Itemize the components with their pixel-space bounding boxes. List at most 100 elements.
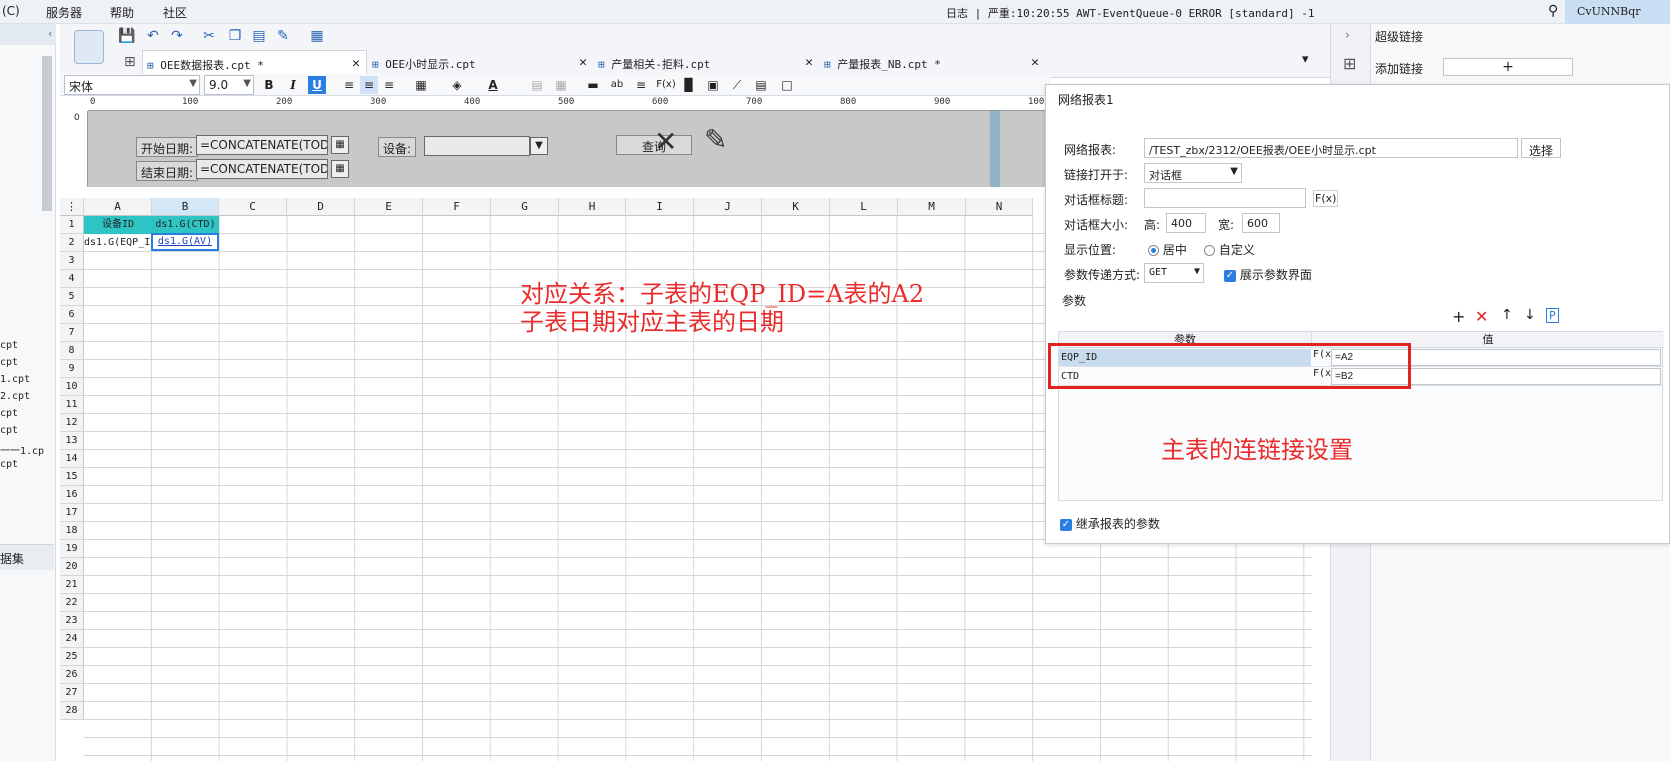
row-header[interactable]: 27 [60,684,84,702]
cell-B1[interactable]: ds1.G(CTD) [152,216,219,234]
subreport-icon[interactable]: ▤ [752,76,770,94]
formula-button[interactable]: F(x) [654,76,678,94]
column-header[interactable]: K [762,198,830,216]
position-center-option[interactable]: 居中 [1148,241,1187,258]
status-log[interactable]: 日志 | 严重:10:20:55 AWT-EventQueue-0 ERROR … [946,5,1315,21]
underline-button[interactable]: U [308,76,326,94]
tab-output-nb[interactable]: ⊞ 产量报表_NB.cpt * ✕ [820,50,1045,77]
position-custom-option[interactable]: 自定义 [1204,241,1255,258]
row-header[interactable]: 8 [60,342,84,360]
tab-oee-data[interactable]: ⊞ OEE数据报表.cpt * ✕ [142,50,367,77]
row-header[interactable]: 1 [60,216,84,234]
file-item[interactable]: cpt [0,357,18,368]
height-input[interactable]: 400 [1166,213,1206,233]
calendar-icon[interactable]: ▦ [331,160,349,178]
left-scrollbar[interactable] [42,56,52,211]
row-header[interactable]: 6 [60,306,84,324]
file-item[interactable]: cpt [0,408,18,419]
fill-color-icon[interactable]: ◈ [448,76,466,94]
row-header[interactable]: 25 [60,648,84,666]
hide-eye-icon[interactable]: ✕ [654,125,677,158]
column-header[interactable]: I [626,198,694,216]
column-header[interactable]: B [152,198,219,216]
column-header[interactable]: F [423,198,491,216]
row-header[interactable]: 2 [60,234,84,252]
parameter-pane-scrollbar[interactable] [990,111,1000,187]
menu-help[interactable]: 帮助 [110,4,134,21]
open-in-select[interactable]: 对话框 ▼ [1144,163,1242,183]
row-header[interactable]: 14 [60,450,84,468]
move-up-icon[interactable]: ↑ [1501,307,1513,323]
file-item[interactable]: cpt [0,340,18,351]
column-header[interactable]: M [898,198,966,216]
row-header[interactable]: 4 [60,270,84,288]
font-color-icon[interactable]: A [484,76,502,94]
row-header[interactable]: 19 [60,540,84,558]
slash-icon[interactable]: ⟋ [728,76,746,94]
insert-row-icon[interactable]: ▬ [584,76,602,94]
tab-menu-icon[interactable]: ▾ [1302,52,1309,67]
preview-icon[interactable]: ▦ [308,27,326,45]
show-param-ui-checkbox[interactable]: ✓ 展示参数界面 [1224,266,1312,283]
row-header[interactable]: 28 [60,702,84,720]
file-item[interactable]: 1.cpt [0,374,30,385]
collapse-left-icon[interactable]: ‹ [48,27,52,40]
tab-output-reject[interactable]: ⊞ 产量相关-拒料.cpt ✕ [594,50,819,77]
save-icon[interactable]: 💾 [118,27,136,45]
redo-icon[interactable]: ↷ [168,27,186,45]
row-header[interactable]: 18 [60,522,84,540]
menu-server[interactable]: 服务器 [46,4,82,21]
row-header[interactable]: 22 [60,594,84,612]
image-icon[interactable]: ▣ [704,76,722,94]
column-header[interactable]: L [830,198,898,216]
file-item[interactable]: 2.cpt [0,391,30,402]
column-header[interactable]: J [694,198,762,216]
row-header[interactable]: 24 [60,630,84,648]
column-header[interactable]: C [219,198,287,216]
font-family-select[interactable]: 宋体 ▼ [64,75,200,95]
dropdown-icon[interactable]: ▼ [530,137,548,155]
row-header[interactable]: 10 [60,378,84,396]
calendar-icon[interactable]: ▦ [331,136,349,154]
move-down-icon[interactable]: ↓ [1524,307,1536,323]
delete-param-icon[interactable]: ✕ [1475,307,1488,326]
expand-icon[interactable]: › [1345,28,1350,42]
add-param-icon[interactable]: + [1452,307,1465,326]
align-right-icon[interactable]: ≡ [380,76,398,94]
column-header[interactable]: N [966,198,1033,216]
row-header[interactable]: 7 [60,324,84,342]
row-header[interactable]: 12 [60,414,84,432]
device-input[interactable] [424,136,530,156]
row-header[interactable]: 21 [60,576,84,594]
report-path-input[interactable]: /TEST_zbx/2312/OEE报表/OEE小时显示.cpt [1144,138,1518,158]
column-header[interactable]: A [84,198,152,216]
menu-community[interactable]: 社区 [163,4,187,21]
tab-oee-hour[interactable]: ⊞ OEE小时显示.cpt ✕ [368,50,593,77]
border-icon[interactable]: ▦ [412,76,430,94]
width-input[interactable]: 600 [1242,213,1280,233]
cell-B2[interactable]: ds1.G(AV) [151,233,219,251]
unmerge-icon[interactable]: ▦ [552,76,570,94]
undo-icon[interactable]: ↶ [144,27,162,45]
column-header[interactable]: G [491,198,559,216]
end-date-input[interactable]: =CONCATENATE(TODA' [196,159,328,179]
close-icon[interactable]: ✕ [352,56,360,71]
close-icon[interactable]: ✕ [579,55,587,70]
bold-button[interactable]: B [260,76,278,94]
file-item[interactable]: cpt [0,425,18,436]
grid-layout-icon[interactable]: ⊞ [124,54,136,70]
cut-icon[interactable]: ✂ [200,27,218,45]
column-header[interactable]: E [355,198,423,216]
cell-A2[interactable]: ds1.G(EQP_I [84,234,152,252]
widget-icon[interactable]: □ [778,76,796,94]
inherit-params-checkbox[interactable]: ✓ 继承报表的参数 [1060,515,1160,532]
row-header[interactable]: 20 [60,558,84,576]
align-left-icon[interactable]: ≡ [340,76,358,94]
column-header[interactable]: H [559,198,626,216]
choose-button[interactable]: 选择 [1521,138,1561,158]
formula-button[interactable]: F(x) [1313,190,1339,207]
close-icon[interactable]: ✕ [1031,55,1039,70]
text-ab-button[interactable]: ab [608,76,626,94]
row-header[interactable]: 5 [60,288,84,306]
cell-A1[interactable]: 设备ID [84,216,152,234]
